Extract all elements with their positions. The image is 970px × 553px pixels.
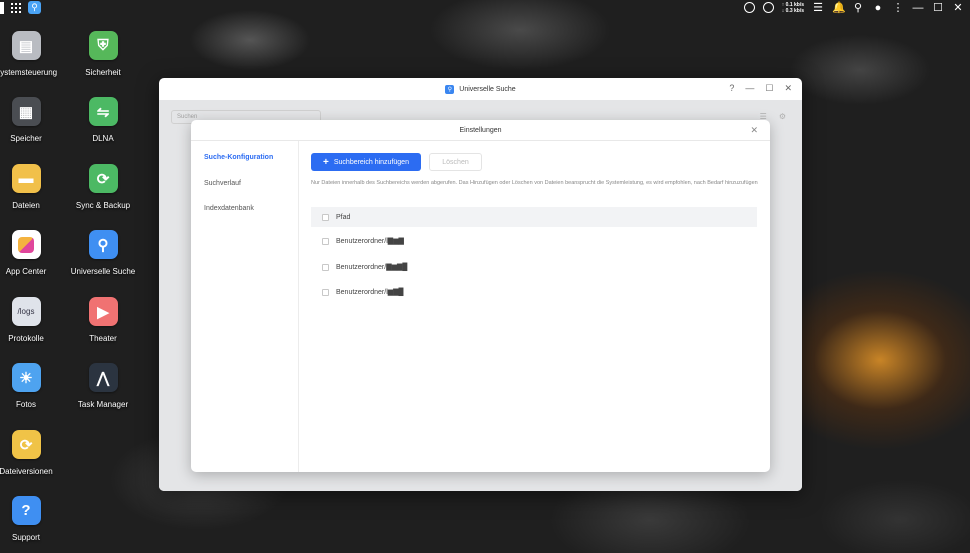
close-icon[interactable]: ✕: [952, 1, 964, 14]
minimize-button[interactable]: —: [745, 83, 754, 94]
desktop-icon-app-center[interactable]: App Center: [0, 230, 66, 276]
menu-icon[interactable]: ⋮: [892, 1, 904, 14]
desktop-icon-systemsteuerung[interactable]: ▤ Systemsteuerung: [0, 31, 66, 77]
window-title: Universelle Suche: [459, 85, 516, 93]
desktop-icon-label: Speicher: [10, 134, 42, 143]
delete-button[interactable]: Löschen: [429, 153, 482, 171]
dialog-close-icon[interactable]: ✕: [750, 125, 758, 136]
desktop-icon-label: Universelle Suche: [70, 267, 136, 276]
network-speed[interactable]: ↑ 0.1 kb/s ↓ 0.3 kb/s: [782, 2, 804, 14]
sidebar-item-suchverlauf[interactable]: Suchverlauf: [204, 180, 241, 187]
file-versions-icon: ⟳: [11, 430, 41, 459]
maximize-button[interactable]: ☐: [765, 83, 773, 94]
select-all-checkbox[interactable]: [322, 213, 329, 221]
row-checkbox[interactable]: [322, 263, 329, 271]
minimize-all-icon[interactable]: —: [912, 2, 924, 14]
hint-text: Nur Dateien innerhalb des Suchbereichs w…: [311, 180, 758, 186]
logs-tile-text: /logs: [17, 307, 35, 316]
notification-bell-icon[interactable]: 🔔: [832, 1, 846, 14]
search-icon: ⚲: [88, 230, 118, 259]
desktop-icon-label: App Center: [5, 267, 47, 276]
dialog-sidebar: Suche-Konfiguration Suchverlauf Indexdat…: [191, 141, 299, 472]
dialog-content: + Suchbereich hinzufügen Löschen Nur Dat…: [299, 141, 770, 472]
table-row[interactable]: Benutzerordner/▇▆▇█: [311, 257, 757, 277]
shield-icon: ⛨: [88, 31, 118, 60]
search-app-icon: ⚲: [445, 84, 455, 94]
window-titlebar[interactable]: ⚲ Universelle Suche: [159, 78, 802, 100]
table-header: Pfad: [311, 207, 757, 227]
desktop-icon-support[interactable]: ? Support: [0, 496, 66, 542]
desktop-icon-label: Theater: [89, 334, 117, 343]
support-tile-text: ?: [21, 502, 31, 519]
logs-icon: /logs: [11, 297, 41, 326]
theater-icon: ▶: [88, 297, 118, 326]
desktop-icon-speicher[interactable]: ▦ Speicher: [0, 97, 66, 143]
close-button[interactable]: ✕: [784, 83, 792, 94]
desktop-icon-dlna[interactable]: ⇋ DLNA: [63, 97, 143, 143]
desktop-icon-protokolle[interactable]: /logs Protokolle: [0, 297, 66, 343]
cpu-gauge-icon[interactable]: [743, 2, 755, 13]
control-panel-icon: ▤: [11, 31, 41, 60]
help-button[interactable]: ?: [729, 83, 734, 94]
desktop-icon-label: Support: [11, 533, 41, 542]
ram-gauge-icon[interactable]: [762, 2, 774, 13]
storage-icon: ▦: [11, 97, 41, 126]
column-header-pfad: Pfad: [336, 213, 351, 221]
folder-icon: ▬: [11, 164, 41, 193]
photos-icon: ☀: [11, 363, 41, 392]
restore-icon[interactable]: ☐: [932, 1, 944, 14]
apps-grid-icon[interactable]: [10, 2, 22, 14]
settings-dialog: Einstellungen ✕ Suche-Konfiguration Such…: [191, 120, 770, 472]
desktop-icon-label: Systemsteuerung: [0, 68, 58, 77]
top-bar: ⚲ ↑ 0.1 kb/s ↓ 0.3 kb/s ☰ 🔔 ⚲ ● ⋮ — ☐ ✕: [0, 0, 970, 15]
sidebar-item-indexdatenbank[interactable]: Indexdatenbank: [204, 205, 254, 212]
table-row[interactable]: Benutzerordner/l▇▆▇: [311, 231, 757, 251]
desktop-toggle-icon[interactable]: [0, 1, 4, 14]
sync-icon: ⟳: [88, 164, 118, 193]
add-search-area-label: Suchbereich hinzufügen: [333, 158, 409, 166]
task-manager-icon: ⋀: [88, 363, 118, 392]
download-speed: ↓ 0.3 kb/s: [781, 7, 804, 14]
desktop-icon-label: Fotos: [15, 400, 36, 409]
row-path: Benutzerordner/l▆▇█: [336, 289, 404, 296]
widgets-icon[interactable]: ☰: [812, 1, 824, 14]
row-path: Benutzerordner/▇▆▇█: [336, 264, 408, 271]
row-checkbox[interactable]: [322, 237, 329, 245]
search-icon[interactable]: ⚲: [852, 1, 864, 14]
desktop-icon-label: Sicherheit: [85, 68, 121, 77]
plus-icon: +: [323, 156, 329, 168]
desktop-icon-sicherheit[interactable]: ⛨ Sicherheit: [63, 31, 143, 77]
row-checkbox[interactable]: [322, 288, 329, 296]
desktop-icon-label: Dateien: [12, 201, 40, 210]
add-search-area-button[interactable]: + Suchbereich hinzufügen: [311, 153, 421, 171]
desktop-icon-sync-backup[interactable]: ⟳ Sync & Backup: [63, 164, 143, 210]
desktop-icon-dateien[interactable]: ▬ Dateien: [0, 164, 66, 210]
desktop-icon-task-manager[interactable]: ⋀ Task Manager: [63, 363, 143, 409]
search-app-taskbar-icon[interactable]: ⚲: [28, 1, 41, 14]
dialog-header: Einstellungen ✕: [191, 120, 770, 141]
dialog-title: Einstellungen: [459, 126, 502, 134]
help-icon: ?: [11, 496, 41, 525]
app-center-icon: [11, 230, 41, 259]
desktop-icon-universelle-suche[interactable]: ⚲ Universelle Suche: [63, 230, 143, 276]
desktop-icon-label: Protokolle: [8, 334, 44, 343]
desktop-icon-label: DLNA: [92, 134, 114, 143]
desktop-icon-fotos[interactable]: ☀ Fotos: [0, 363, 66, 409]
desktop-icon-label: Sync & Backup: [75, 201, 131, 210]
desktop-icon-label: Dateiversionen: [0, 467, 53, 476]
user-icon[interactable]: ●: [872, 2, 884, 14]
row-path: Benutzerordner/l▇▆▇: [336, 238, 404, 245]
sidebar-item-suche-konfiguration[interactable]: Suche-Konfiguration: [204, 154, 273, 161]
table-row[interactable]: Benutzerordner/l▆▇█: [311, 282, 757, 302]
desktop-icon-dateiversionen[interactable]: ⟳ Dateiversionen: [0, 430, 66, 476]
desktop-icon-label: Task Manager: [77, 400, 129, 409]
dlna-icon: ⇋: [88, 97, 118, 126]
desktop-icon-theater[interactable]: ▶ Theater: [63, 297, 143, 343]
window-controls: ? — ☐ ✕: [729, 83, 792, 94]
